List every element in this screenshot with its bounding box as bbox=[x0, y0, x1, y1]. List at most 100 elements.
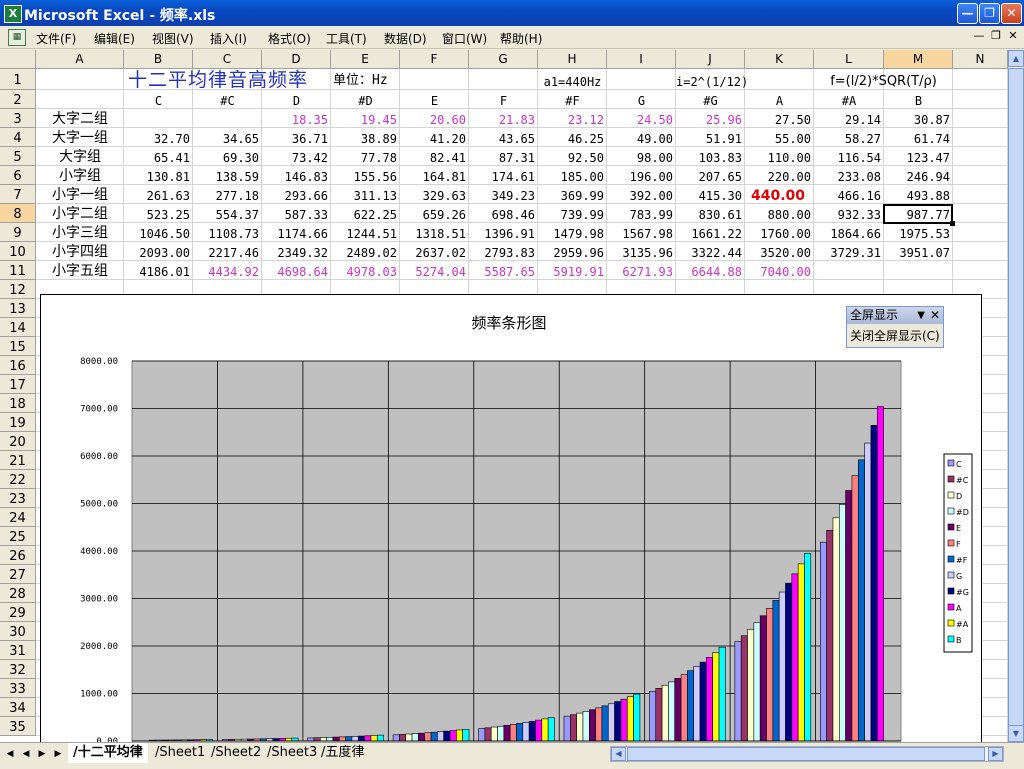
frequency-cell[interactable]: 1864.66 bbox=[814, 224, 884, 242]
bar-#A-5[interactable] bbox=[626, 696, 634, 742]
bar-G-5[interactable] bbox=[607, 703, 615, 742]
bar-B-3[interactable] bbox=[462, 728, 470, 742]
octave-group-label[interactable]: 小字四组 bbox=[36, 243, 124, 261]
frequency-cell[interactable]: 196.00 bbox=[607, 167, 676, 185]
frequency-cell[interactable]: 246.94 bbox=[884, 167, 953, 185]
row-header-19[interactable]: 19 bbox=[0, 413, 36, 432]
frequency-cell[interactable]: 4434.92 bbox=[193, 262, 262, 280]
bar-B-2[interactable] bbox=[376, 734, 384, 742]
frequency-cell[interactable]: 30.87 bbox=[884, 110, 953, 128]
frequency-cell[interactable]: 932.33 bbox=[814, 205, 884, 223]
frequency-cell[interactable]: 73.42 bbox=[262, 148, 331, 166]
frequency-cell[interactable]: 32.70 bbox=[124, 129, 193, 147]
menu-item-2[interactable]: 视图(V) bbox=[152, 30, 194, 47]
workbook-icon[interactable]: ▦ bbox=[8, 29, 26, 46]
frequency-cell[interactable]: 3322.44 bbox=[676, 243, 745, 261]
frequency-cell[interactable]: 1760.00 bbox=[745, 224, 814, 242]
column-header-D[interactable]: D bbox=[262, 50, 331, 69]
frequency-cell[interactable]: 415.30 bbox=[676, 186, 745, 204]
frequency-cell[interactable]: 659.26 bbox=[400, 205, 469, 223]
note-name-cell[interactable]: #G bbox=[676, 91, 745, 109]
frequency-cell[interactable]: 698.46 bbox=[469, 205, 538, 223]
bar-#G-7[interactable] bbox=[785, 582, 793, 742]
bar-E-7[interactable] bbox=[759, 615, 767, 742]
note-name-cell[interactable]: E bbox=[400, 91, 469, 109]
bar-#G-5[interactable] bbox=[614, 701, 622, 742]
frequency-cell[interactable]: 220.00 bbox=[745, 167, 814, 185]
frequency-cell[interactable]: 19.45 bbox=[331, 110, 400, 128]
frequency-cell[interactable]: 155.56 bbox=[331, 167, 400, 185]
bar-E-2[interactable] bbox=[332, 736, 340, 742]
bar-#C-7[interactable] bbox=[740, 635, 748, 742]
bar-#C-5[interactable] bbox=[569, 714, 577, 742]
frequency-cell[interactable]: 739.99 bbox=[538, 205, 607, 223]
row-header-18[interactable]: 18 bbox=[0, 394, 36, 413]
frequency-cell[interactable]: 2349.32 bbox=[262, 243, 331, 261]
last-sheet-icon[interactable]: ▶​ bbox=[52, 747, 64, 761]
frequency-cell[interactable]: 2093.00 bbox=[124, 243, 193, 261]
row-header-3[interactable]: 3 bbox=[0, 109, 36, 128]
bar-G-4[interactable] bbox=[522, 722, 530, 742]
row-header-33[interactable]: 33 bbox=[0, 679, 36, 698]
frequency-cell[interactable]: 123.47 bbox=[884, 148, 953, 166]
bar-#G-3[interactable] bbox=[443, 730, 451, 742]
row-header-21[interactable]: 21 bbox=[0, 451, 36, 470]
sheet-tab-3[interactable]: /Sheet3 bbox=[262, 743, 322, 763]
octave-group-label[interactable]: 大字二组 bbox=[36, 110, 124, 128]
bar-A-3[interactable] bbox=[449, 730, 457, 742]
octave-group-label[interactable]: 大字一组 bbox=[36, 129, 124, 147]
bar-C-6[interactable] bbox=[649, 690, 657, 742]
frequency-cell[interactable]: 185.00 bbox=[538, 167, 607, 185]
bar-#D-4[interactable] bbox=[497, 725, 505, 742]
bar-B-4[interactable] bbox=[547, 717, 555, 742]
active-cell-cursor[interactable] bbox=[883, 204, 955, 226]
frequency-cell[interactable]: 1174.66 bbox=[262, 224, 331, 242]
row-header-5[interactable]: 5 bbox=[0, 147, 36, 166]
frequency-cell[interactable]: 1567.98 bbox=[607, 224, 676, 242]
bar-#D-8[interactable] bbox=[838, 504, 846, 742]
frequency-cell[interactable]: 5274.04 bbox=[400, 262, 469, 280]
horizontal-scrollbar[interactable]: ◀ ▶ bbox=[610, 746, 1004, 762]
frequency-cell[interactable]: 103.83 bbox=[676, 148, 745, 166]
frequency-cell[interactable]: 20.60 bbox=[400, 110, 469, 128]
frequency-cell[interactable]: 622.25 bbox=[331, 205, 400, 223]
bar-F-5[interactable] bbox=[595, 707, 603, 742]
frequency-cell[interactable]: 1396.91 bbox=[469, 224, 538, 242]
row-header-35[interactable]: 35 bbox=[0, 717, 36, 736]
frequency-cell[interactable]: 65.41 bbox=[124, 148, 193, 166]
bar-#F-3[interactable] bbox=[430, 731, 438, 742]
frequency-cell[interactable]: 18.35 bbox=[262, 110, 331, 128]
bar-#C-8[interactable] bbox=[826, 530, 834, 742]
row-header-9[interactable]: 9 bbox=[0, 223, 36, 242]
frequency-cell[interactable]: 1975.53 bbox=[884, 224, 953, 242]
frequency-cell[interactable]: 329.63 bbox=[400, 186, 469, 204]
bar-#C-3[interactable] bbox=[399, 734, 407, 742]
frequency-cell[interactable]: 24.50 bbox=[607, 110, 676, 128]
note-name-cell[interactable]: #D bbox=[331, 91, 400, 109]
fullscreen-toolbar-title[interactable]: 全屏显示 bbox=[847, 307, 943, 324]
frequency-cell[interactable]: 4698.64 bbox=[262, 262, 331, 280]
frequency-cell[interactable]: 43.65 bbox=[469, 129, 538, 147]
scroll-right-icon[interactable]: ▶ bbox=[988, 747, 1003, 761]
bar-G-6[interactable] bbox=[693, 666, 701, 742]
menu-item-8[interactable]: 帮助(H) bbox=[500, 30, 542, 47]
vertical-scroll-thumb[interactable] bbox=[1008, 68, 1024, 728]
frequency-cell[interactable]: 3520.00 bbox=[745, 243, 814, 261]
frequency-cell[interactable] bbox=[124, 110, 193, 128]
bar-F-4[interactable] bbox=[509, 724, 517, 742]
sheet-tab-1[interactable]: /Sheet1 bbox=[150, 743, 210, 763]
column-header-F[interactable]: F bbox=[400, 50, 469, 69]
note-name-cell[interactable]: F bbox=[469, 91, 538, 109]
frequency-cell[interactable]: 2637.02 bbox=[400, 243, 469, 261]
row-header-28[interactable]: 28 bbox=[0, 584, 36, 603]
row-header-25[interactable]: 25 bbox=[0, 527, 36, 546]
next-sheet-icon[interactable]: ▶ bbox=[36, 747, 48, 761]
frequency-cell[interactable]: 36.71 bbox=[262, 129, 331, 147]
bar-A-2[interactable] bbox=[364, 735, 372, 742]
row-header-23[interactable]: 23 bbox=[0, 489, 36, 508]
bar-#F-8[interactable] bbox=[857, 459, 865, 742]
frequency-cell[interactable]: 34.65 bbox=[193, 129, 262, 147]
row-header-11[interactable]: 11 bbox=[0, 261, 36, 280]
frequency-cell[interactable]: 830.61 bbox=[676, 205, 745, 223]
frequency-cell[interactable]: 440.00 bbox=[745, 186, 814, 204]
